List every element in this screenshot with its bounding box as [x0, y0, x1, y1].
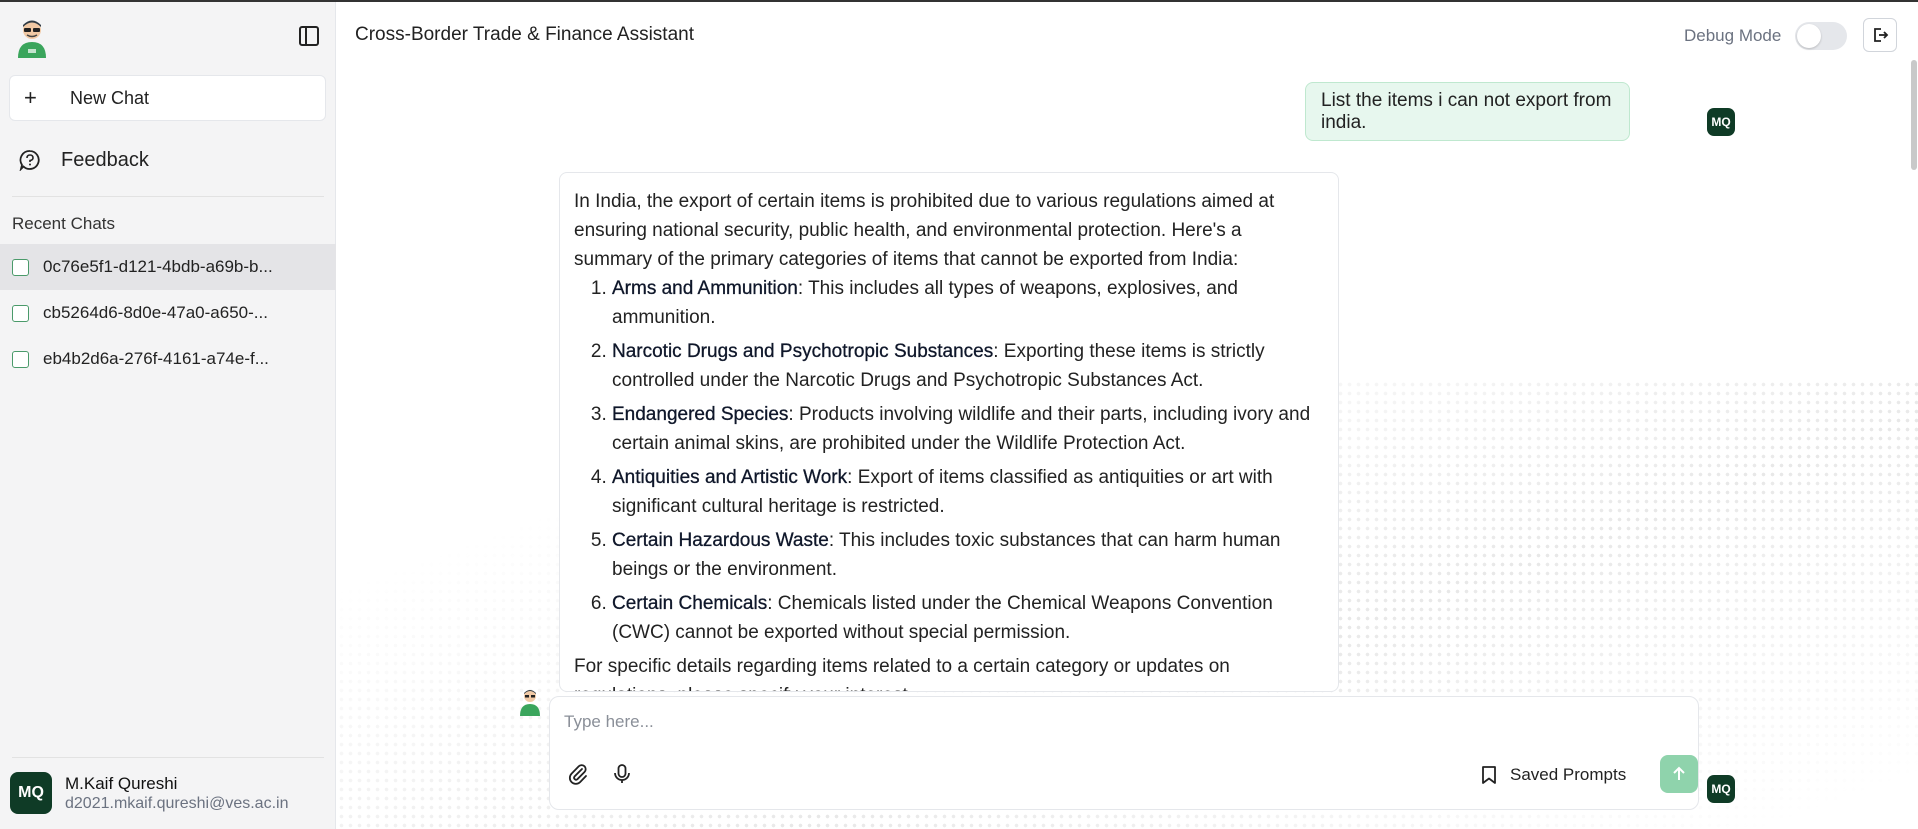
feedback-label: Feedback — [61, 148, 149, 171]
list-item: Antiquities and Artistic Work: Export of… — [612, 463, 1324, 521]
chat-item[interactable]: 0c76e5f1-d121-4bdb-a69b-b... — [0, 244, 336, 290]
chat-item-label: eb4b2d6a-276f-4161-a74e-f... — [43, 349, 269, 368]
recent-chats-list: 0c76e5f1-d121-4bdb-a69b-b... cb5264d6-8d… — [0, 244, 336, 382]
new-chat-button[interactable]: + New Chat — [9, 75, 326, 121]
user-message-bubble: List the items i can not export from ind… — [1305, 82, 1630, 141]
list-item: Arms and Ammunition: This includes all t… — [612, 274, 1324, 332]
paperclip-icon[interactable] — [566, 762, 590, 786]
debug-mode-toggle[interactable] — [1795, 22, 1847, 50]
chat-item-label: 0c76e5f1-d121-4bdb-a69b-b... — [43, 257, 273, 276]
saved-prompts-label: Saved Prompts — [1510, 765, 1627, 784]
chat-item[interactable]: eb4b2d6a-276f-4161-a74e-f... — [0, 336, 336, 382]
window-top-border — [0, 0, 1918, 2]
user-name: M.Kaif Qureshi — [65, 774, 178, 793]
sidebar-divider-bottom — [12, 757, 324, 758]
user-message-text: List the items i can not export from ind… — [1321, 89, 1612, 133]
feedback-button[interactable]: Feedback — [9, 140, 326, 180]
list-item-term: Certain Chemicals — [612, 593, 768, 614]
list-item-term: Arms and Ammunition — [612, 278, 798, 299]
assistant-avatar-icon — [520, 690, 540, 716]
assistant-outro: For specific details regarding items rel… — [574, 656, 1230, 691]
list-item-term: Endangered Species — [612, 404, 789, 425]
message-input[interactable] — [564, 709, 1464, 735]
chat-item[interactable]: cb5264d6-8d0e-47a0-a650-... — [0, 290, 336, 336]
prohibited-items-list: Arms and Ammunition: This includes all t… — [574, 274, 1324, 647]
list-item-term: Certain Hazardous Waste — [612, 530, 829, 551]
chat-item-label: cb5264d6-8d0e-47a0-a650-... — [43, 303, 268, 322]
logout-button[interactable] — [1863, 18, 1897, 52]
assistant-logo-icon — [18, 20, 46, 58]
list-item: Endangered Species: Products involving w… — [612, 400, 1324, 458]
assistant-intro: In India, the export of certain items is… — [574, 191, 1275, 270]
new-chat-label: New Chat — [70, 87, 150, 108]
saved-prompts-button[interactable]: Saved Prompts — [1480, 760, 1626, 790]
bookmark-icon — [1482, 766, 1496, 784]
send-button[interactable] — [1660, 755, 1698, 793]
logout-icon — [1874, 28, 1889, 42]
debug-mode-label: Debug Mode — [1684, 26, 1782, 45]
user-message-avatar: MQ — [1707, 108, 1735, 136]
chat-scrollbar[interactable] — [1911, 60, 1917, 170]
list-item-term: Antiquities and Artistic Work — [612, 467, 848, 488]
arrow-up-icon — [1673, 766, 1685, 780]
plus-icon: + — [24, 85, 37, 110]
list-item: Certain Chemicals: Chemicals listed unde… — [612, 589, 1324, 647]
microphone-icon[interactable] — [610, 762, 634, 786]
page-title: Cross-Border Trade & Finance Assistant — [355, 24, 694, 45]
sidebar: + New Chat Feedback Recent Chats 0c76e5f… — [0, 0, 336, 829]
composer-user-avatar: MQ — [1707, 775, 1735, 803]
chat-feedback-icon — [19, 150, 40, 171]
list-item-term: Narcotic Drugs and Psychotropic Substanc… — [612, 341, 994, 362]
user-avatar[interactable]: MQ — [10, 772, 52, 814]
user-email: d2021.mkaif.qureshi@ves.ac.in — [65, 795, 289, 812]
chat-checkbox[interactable] — [12, 258, 29, 276]
list-item: Certain Hazardous Waste: This includes t… — [612, 526, 1324, 584]
recent-chats-heading: Recent Chats — [12, 214, 115, 233]
assistant-message-bubble: In India, the export of certain items is… — [559, 172, 1339, 692]
sidebar-panel-icon[interactable] — [296, 24, 322, 48]
main-panel: Cross-Border Trade & Finance Assistant D… — [337, 0, 1918, 829]
chat-checkbox[interactable] — [12, 304, 29, 322]
sidebar-divider — [12, 196, 324, 197]
message-composer: Saved Prompts — [549, 696, 1699, 810]
list-item: Narcotic Drugs and Psychotropic Substanc… — [612, 337, 1324, 395]
chat-checkbox[interactable] — [12, 350, 29, 368]
toggle-knob — [1797, 24, 1821, 48]
